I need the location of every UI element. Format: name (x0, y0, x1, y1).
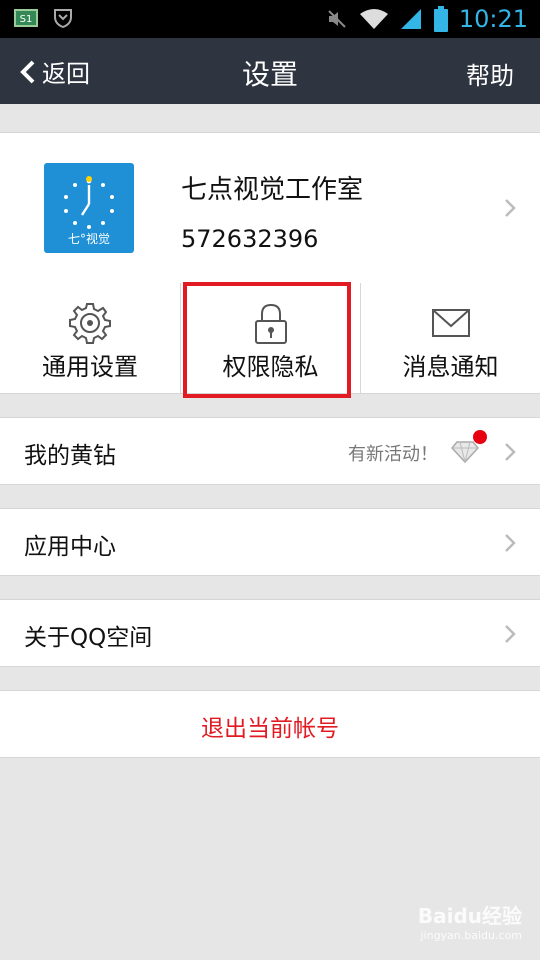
tile-label: 通用设置 (42, 353, 138, 381)
avatar: 七°视觉 (44, 163, 134, 253)
menu-item-label: 应用中心 (24, 534, 116, 560)
menu-item-label: 我的黄钻 (24, 443, 116, 469)
envelope-icon (431, 309, 470, 337)
tile-general-settings[interactable]: 通用设置 (0, 283, 180, 393)
sim-badge-icon: S1 (14, 9, 38, 27)
title-bar: 返回 设置 帮助 (0, 38, 540, 104)
profile-name: 七点视觉工作室 (181, 175, 364, 205)
tile-label: 消息通知 (402, 353, 499, 381)
new-dot-badge (473, 430, 487, 444)
diamond-icon (451, 441, 479, 464)
watermark: Baidu经验 jingyan.baidu.com (418, 900, 522, 942)
clock-logo-icon (64, 176, 114, 229)
chevron-right-icon (505, 534, 516, 552)
avatar-logo-text: 七°视觉 (67, 232, 110, 246)
logout-button[interactable]: 退出当前帐号 (0, 690, 540, 758)
page-title: 设置 (241, 58, 298, 91)
menu-item-about[interactable]: 关于QQ空间 (0, 599, 540, 667)
watermark-url: jingyan.baidu.com (420, 929, 522, 942)
clock-text: 10:21 (458, 5, 528, 33)
menu-item-label: 关于QQ空间 (24, 625, 153, 651)
shield-icon (54, 9, 72, 29)
menu-item-app-center[interactable]: 应用中心 (0, 508, 540, 576)
battery-icon (433, 6, 448, 32)
gear-icon (69, 303, 111, 344)
highlight-box (183, 282, 351, 398)
profile-qq-number: 572632396 (181, 225, 319, 253)
tile-notifications[interactable]: 消息通知 (361, 283, 540, 393)
menu-item-vip[interactable]: 我的黄钻 有新活动！ (0, 417, 540, 485)
sim-badge-text: S1 (19, 14, 33, 25)
watermark-brand: Baidu经验 (417, 904, 522, 928)
chevron-right-icon (505, 199, 516, 217)
signal-icon (400, 9, 421, 29)
profile-card[interactable]: 七°视觉 七点视觉工作室 572632396 (0, 132, 540, 284)
help-button[interactable]: 帮助 (466, 56, 514, 91)
logout-label: 退出当前帐号 (201, 716, 339, 742)
wifi-icon (359, 9, 388, 29)
chevron-right-icon (505, 443, 516, 461)
mute-icon (328, 10, 346, 28)
status-bar: S1 10:21 (0, 0, 540, 38)
vip-promo-text: 有新活动！ (348, 444, 438, 465)
chevron-right-icon (505, 625, 516, 643)
